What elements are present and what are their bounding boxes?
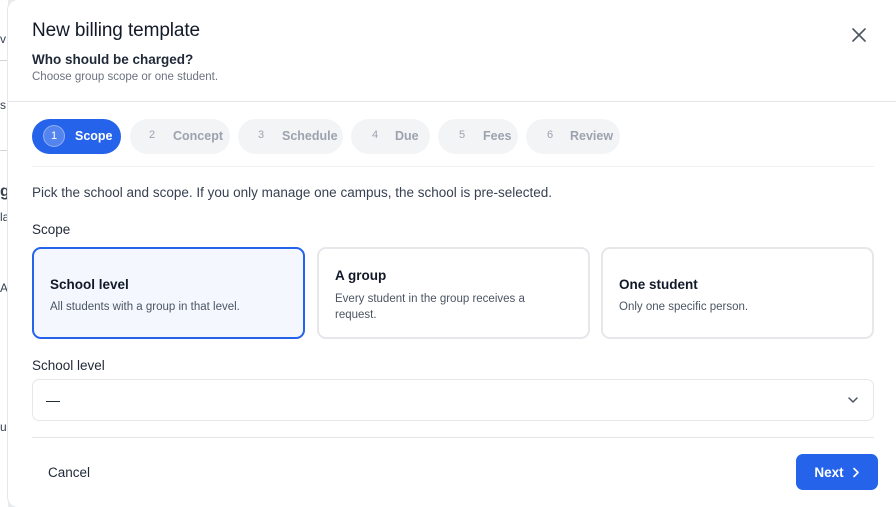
dialog-header: New billing template — [32, 20, 200, 42]
option-description: Every student in the group receives a re… — [335, 293, 525, 321]
step-number: 6 — [547, 129, 554, 141]
background-divider — [0, 150, 8, 151]
step-number: 3 — [258, 129, 265, 141]
chevron-down-icon — [848, 397, 858, 403]
step-review[interactable]: 6 Review — [526, 119, 620, 154]
header-divider — [8, 101, 896, 102]
school-level-label: School level — [32, 358, 105, 373]
scope-option-school-level[interactable]: School level All students with a group i… — [32, 247, 305, 339]
step-number: 2 — [149, 129, 156, 141]
background-text: u — [0, 420, 7, 434]
close-button[interactable] — [848, 24, 870, 46]
footer-divider — [32, 437, 874, 438]
step-number: 1 — [43, 125, 65, 147]
option-title: School level — [50, 277, 129, 292]
scope-option-group[interactable]: A group Every student in the group recei… — [317, 247, 590, 339]
intro-text: Pick the school and scope. If you only m… — [32, 185, 553, 200]
step-number: 5 — [459, 129, 466, 141]
step-label: Concept — [173, 129, 223, 143]
step-label: Due — [395, 129, 419, 143]
step-label: Fees — [483, 129, 512, 143]
scope-label: Scope — [32, 222, 71, 237]
select-value: — — [46, 392, 60, 408]
background-page: v s g la A u — [0, 0, 8, 507]
background-text: A — [0, 281, 8, 295]
step-concept[interactable]: 2 Concept — [130, 119, 230, 154]
stepper-divider — [32, 166, 874, 167]
background-text: g — [0, 183, 8, 200]
dialog-subtitle: Who should be charged? — [32, 52, 194, 67]
close-icon — [852, 28, 866, 42]
step-scope[interactable]: 1 Scope — [32, 119, 121, 154]
background-text: la — [0, 210, 8, 224]
background-text: v — [0, 32, 6, 46]
step-schedule[interactable]: 3 Schedule — [238, 119, 343, 154]
school-level-select[interactable]: — — [32, 379, 874, 421]
step-due[interactable]: 4 Due — [351, 119, 430, 154]
step-number: 4 — [372, 129, 379, 141]
step-fees[interactable]: 5 Fees — [438, 119, 518, 154]
option-description: Only one specific person. — [619, 301, 749, 313]
next-label: Next — [814, 464, 844, 480]
dialog-title: New billing template — [32, 20, 201, 41]
next-button[interactable]: Next — [796, 454, 878, 490]
step-label: Scope — [75, 129, 113, 143]
option-description: All students with a group in that level. — [50, 301, 240, 313]
option-title: A group — [335, 268, 387, 283]
background-text: s — [0, 98, 6, 112]
option-title: One student — [619, 277, 698, 292]
billing-template-dialog: New billing template Who should be charg… — [8, 0, 896, 507]
chevron-right-icon — [852, 467, 859, 477]
dialog-description: Choose group scope or one student. — [32, 71, 219, 83]
background-divider — [0, 60, 8, 61]
cancel-button[interactable]: Cancel — [38, 455, 100, 489]
step-label: Review — [570, 129, 614, 143]
scope-option-one-student[interactable]: One student Only one specific person. — [601, 247, 874, 339]
step-label: Schedule — [282, 129, 338, 143]
